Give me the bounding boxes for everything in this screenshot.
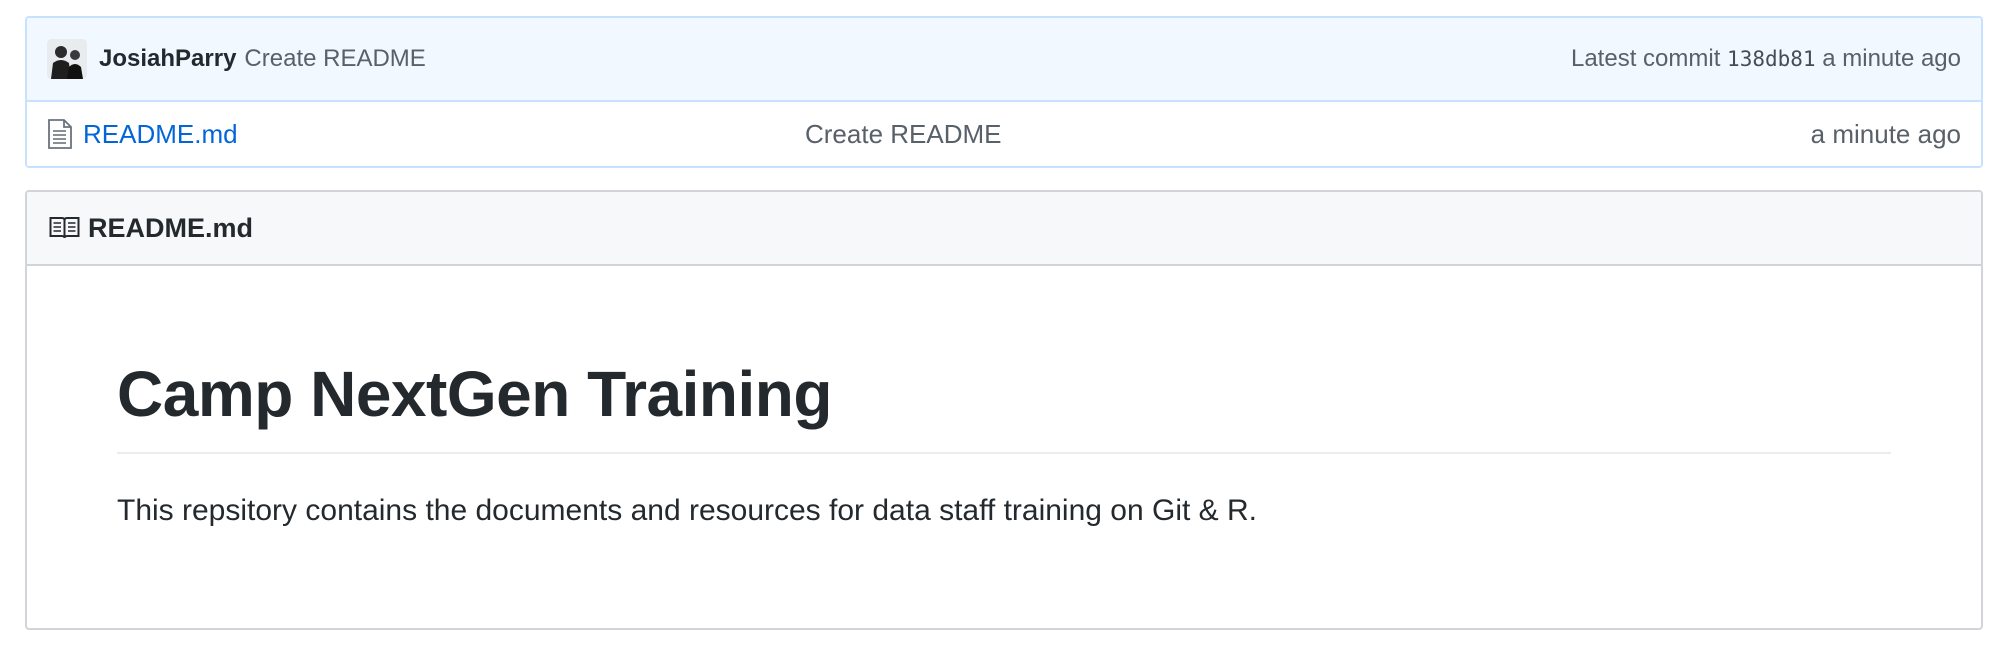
- commit-message-link[interactable]: Create README: [244, 45, 425, 73]
- file-row: README.md Create README a minute ago: [27, 102, 1981, 166]
- file-name-link[interactable]: README.md: [83, 119, 643, 150]
- readme-header-title: README.md: [88, 212, 254, 243]
- readme-body: Camp NextGen Training This repsitory con…: [27, 362, 1981, 528]
- commit-sha-link[interactable]: 138db81: [1727, 47, 1816, 71]
- readme-paragraph: This repsitory contains the documents an…: [117, 494, 1258, 527]
- readme-heading: Camp NextGen Training: [117, 362, 1891, 454]
- book-icon: [49, 217, 80, 239]
- latest-commit-info: Latest commit 138db81 a minute ago: [1571, 45, 1961, 73]
- commit-age: a minute ago: [1822, 45, 1961, 72]
- readme-header: README.md: [27, 192, 1981, 266]
- file-text-icon: [48, 119, 72, 149]
- latest-commit-label: Latest commit: [1570, 45, 1721, 72]
- readme-box: README.md Camp NextGen Training This rep…: [25, 190, 1983, 630]
- commit-author-link[interactable]: JosiahParry: [99, 45, 236, 73]
- file-commit-message-link[interactable]: Create README: [805, 119, 1002, 150]
- file-age: a minute ago: [1810, 118, 1961, 149]
- repository-content: JosiahParry Create README Latest commit …: [25, 16, 1983, 630]
- file-list-box: JosiahParry Create README Latest commit …: [25, 16, 1983, 168]
- latest-commit-bar: JosiahParry Create README Latest commit …: [27, 18, 1981, 102]
- author-avatar[interactable]: [47, 39, 87, 79]
